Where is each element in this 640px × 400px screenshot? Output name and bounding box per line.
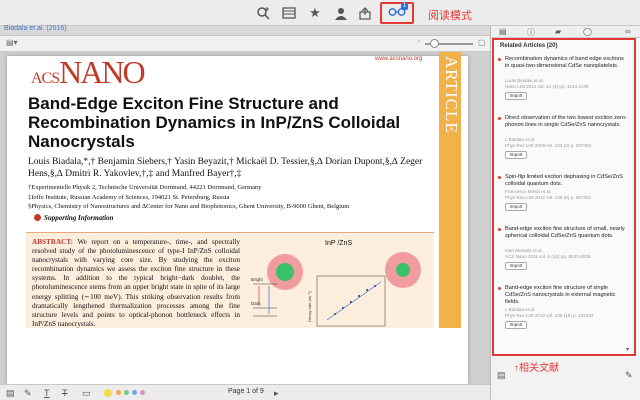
pen-icon[interactable]: ✎ — [24, 388, 32, 399]
abstract-label: ABSTRACT: — [32, 238, 74, 246]
star-icon[interactable]: ★ — [306, 4, 324, 22]
folder-icon[interactable]: ▰ — [555, 27, 561, 36]
sidebar-icon[interactable]: ▤ — [6, 388, 15, 399]
figure-label-bright: Bright — [251, 277, 263, 282]
import-button[interactable]: Import — [505, 321, 527, 329]
zoom-in-icon[interactable]: ▢ — [478, 38, 486, 47]
journal-logo: ACSNANO — [31, 54, 146, 91]
right-panel-toolbar: ▤ ⓘ ▰ ◯ ∞ — [490, 26, 640, 38]
bottom-toolbar: ▤ ✎ T T ▭ Page 1 of 9 ▸ — [0, 384, 490, 400]
unread-dot-icon — [498, 287, 501, 290]
next-page-icon[interactable]: ▸ — [274, 388, 279, 399]
zoom-out-icon[interactable]: ▫ — [418, 39, 420, 45]
article-title: Band-Edge Exciton Fine Structure and Rec… — [28, 94, 401, 151]
figure-title: InP /ZnS — [325, 240, 353, 247]
details-icon[interactable]: ⓘ — [527, 27, 535, 38]
affiliation-line: §Physics, Chemistry of Nanostructures an… — [28, 203, 350, 210]
zoom-slider-knob[interactable] — [430, 39, 439, 48]
related-article-title: Band-edge exciton fine structure of smal… — [505, 226, 625, 239]
scroll-down-icon[interactable]: ▾ — [626, 346, 629, 353]
logo-prefix: ACS — [31, 70, 60, 87]
related-articles-heading: Related Articles (20) — [500, 43, 558, 49]
document-tab[interactable]: Biadala et al. (2016) — [4, 25, 67, 32]
pdf-page-content: ACSNANO www.acsnano.org ARTICLE Band-Edg… — [7, 52, 468, 384]
related-articles-panel: Related Articles (20) Recombination dyna… — [492, 38, 636, 356]
reading-mode-badge: 1 — [400, 3, 408, 10]
article-affiliations: †Experimentelle Physik 2, Technische Uni… — [28, 183, 433, 212]
supporting-info-label: Supporting Information — [44, 214, 114, 222]
affiliation-line: †Experimentelle Physik 2, Technische Uni… — [28, 184, 262, 191]
article-authors: Louis Biadala,*,† Benjamin Siebers,† Yas… — [28, 157, 423, 179]
related-article-title: Recombination dynamics of band edge exci… — [505, 56, 624, 69]
color-swatch[interactable] — [140, 390, 145, 395]
unread-dot-icon — [498, 58, 501, 61]
related-article-meta: Phys Rev Lett 2010 vol. 105 (15) p. 1574… — [505, 313, 594, 318]
comment-icon[interactable]: ◯ — [583, 27, 592, 36]
right-panel-footer: ▤ ✎ — [490, 356, 640, 400]
add-search-icon[interactable] — [254, 4, 272, 22]
logo-main: NANO — [59, 54, 145, 90]
figure-label-dark: Dark — [251, 301, 261, 306]
link-icon[interactable]: ∞ — [625, 27, 631, 36]
related-article-meta: Phys Rev Lett 2012 vol. 108 (8) p. 08740… — [505, 195, 592, 200]
related-article-title: Spin-flip limited exciton dephasing in C… — [505, 174, 623, 187]
strikethrough-icon[interactable]: T — [62, 388, 68, 398]
highlight-icon[interactable]: ▭ — [82, 388, 91, 399]
person-icon[interactable] — [332, 4, 350, 22]
document-tab-strip: Biadala et al. (2016) — [0, 25, 490, 36]
article-side-label: ARTICLE — [442, 56, 461, 134]
color-swatch[interactable] — [124, 390, 129, 395]
color-icon[interactable] — [104, 389, 112, 397]
affiliation-line: ‡Ioffe Institute, Russian Academy of Sci… — [28, 193, 230, 201]
related-article-meta: Phys Rev Lett 2009 vol. 103 (3) p. 03740… — [505, 143, 592, 148]
supporting-info-icon — [34, 214, 41, 221]
abstract-text: ABSTRACT: We report on a temperature-, t… — [32, 238, 240, 328]
attach-icon[interactable]: ✎ — [625, 370, 633, 381]
import-button[interactable]: Import — [505, 151, 527, 159]
note-icon[interactable]: ▤ — [497, 370, 506, 381]
import-button[interactable]: Import — [505, 262, 527, 270]
document-bar: ▤▾ ▫ ▢ — [0, 36, 490, 52]
reading-mode-label: 阅读模式 — [428, 10, 472, 22]
unread-dot-icon — [498, 117, 501, 120]
library-icon[interactable] — [280, 4, 298, 22]
abstract-body: We report on a temperature-, time-, and … — [32, 238, 240, 328]
top-toolbar: ★ 1 阅读模式 — [0, 0, 640, 26]
figure-ylabel: Decay rate (ns⁻¹) — [307, 291, 312, 322]
journal-url: www.acsnano.org — [375, 56, 423, 62]
related-articles-callout-text: 相关文献 — [519, 363, 559, 374]
supporting-info-link[interactable]: Supporting Information — [34, 214, 113, 222]
page-indicator: Page 1 of 9 — [228, 388, 264, 395]
color-swatch[interactable] — [116, 390, 121, 395]
related-article-title: Band-edge exciton fine structure of sing… — [505, 285, 616, 305]
document-menu-icon[interactable]: ▤▾ — [6, 38, 18, 47]
info-icon[interactable]: ▤ — [499, 27, 507, 36]
related-articles-callout: ↑相关文献 — [514, 363, 559, 374]
article-side-bar: ARTICLE — [439, 52, 461, 328]
abstract-figure — [253, 252, 421, 327]
unread-dot-icon — [498, 176, 501, 179]
related-article-meta: ACS Nano 2011 vol. 5 (10) pp. 8033-8039 — [505, 254, 591, 259]
related-article-title: Direct observation of the two lowest exc… — [505, 115, 627, 128]
import-button[interactable]: Import — [505, 92, 527, 100]
reading-mode-button[interactable]: 1 — [380, 2, 414, 24]
unread-dot-icon — [498, 228, 501, 231]
import-button[interactable]: Import — [505, 203, 527, 211]
related-article-meta: Nano Lett 2014 vol. 14 (3) pp. 1134-1139 — [505, 84, 589, 89]
text-icon[interactable]: T — [44, 388, 50, 398]
color-swatch[interactable] — [132, 390, 137, 395]
share-icon[interactable] — [356, 4, 374, 22]
